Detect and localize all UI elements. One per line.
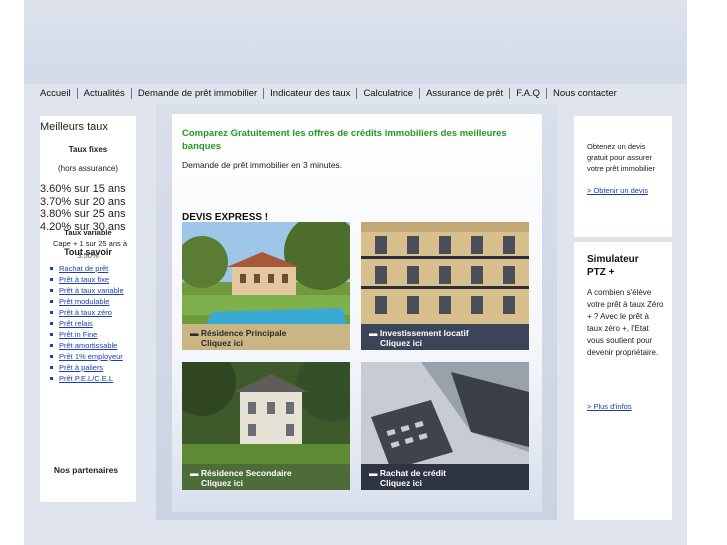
card-residence-principale[interactable]: ▬ Résidence Principale Cliquez ici bbox=[182, 222, 350, 350]
partners-title: Nos partenaires bbox=[53, 465, 119, 475]
right-decor bbox=[673, 160, 687, 194]
rate-item: 3.80% sur 25 ans bbox=[40, 208, 126, 220]
link-pret-paliers[interactable]: Prêt à paliers bbox=[59, 363, 103, 372]
card-cta[interactable]: Cliquez ici bbox=[190, 338, 350, 348]
fixed-rates-title: Taux fixes bbox=[68, 145, 108, 154]
card-cta[interactable]: Cliquez ici bbox=[369, 338, 529, 348]
link-pret-employeur[interactable]: Prêt 1% employeur bbox=[59, 352, 123, 361]
link-taux-fixe[interactable]: Prêt à taux fixe bbox=[59, 275, 109, 284]
card-caption: ▬ Résidence Principale Cliquez ici bbox=[182, 324, 350, 350]
card-rachat-credit[interactable]: ▬ Rachat de crédit Cliquez ici bbox=[361, 362, 529, 490]
ptz-text: A combien s'élève votre prêt à taux Zéro… bbox=[587, 288, 664, 357]
rate-item: 3.70% sur 20 ans bbox=[40, 195, 126, 208]
left-decor bbox=[24, 160, 38, 194]
right-devis-box bbox=[574, 116, 672, 237]
best-rates-title: Meilleurs taux bbox=[40, 121, 108, 133]
card-caption: ▬ Rachat de crédit Cliquez ici bbox=[361, 464, 529, 490]
devis-link[interactable]: > Obtenir un devis bbox=[587, 185, 648, 196]
link-pret-modulable[interactable]: Prêt modulable bbox=[59, 297, 109, 306]
card-residence-secondaire[interactable]: ▬ Résidence Secondaire Cliquez ici bbox=[182, 362, 350, 490]
ptz-title: Simulateur PTZ + bbox=[587, 254, 639, 278]
link-pret-in-fine[interactable]: Prêt in Fine bbox=[59, 330, 97, 339]
know-links: Rachat de prêt Prêt à taux fixe Prêt à t… bbox=[50, 263, 124, 384]
link-pret-pel-cel[interactable]: Prêt P.E.L/C.E.L bbox=[59, 374, 113, 383]
link-pret-relais[interactable]: Prêt relais bbox=[59, 319, 93, 328]
card-cta[interactable]: Cliquez ici bbox=[190, 478, 350, 488]
main-nav: Accueil Actualités Demande de prêt immob… bbox=[38, 84, 623, 102]
card-label: Résidence Principale bbox=[200, 328, 287, 338]
card-caption: ▬ Investissement locatif Cliquez ici bbox=[361, 324, 529, 350]
rate-item: 3.60% sur 15 ans bbox=[40, 183, 126, 195]
nav-calculatrice[interactable]: Calculatrice bbox=[357, 87, 421, 99]
nav-assurance-pret[interactable]: Assurance de prêt bbox=[420, 87, 511, 99]
nav-faq[interactable]: F.A.Q bbox=[510, 87, 547, 99]
arrow-icon: ▬ bbox=[369, 328, 380, 338]
nav-contact[interactable]: Nous contacter bbox=[547, 88, 623, 99]
link-taux-zero[interactable]: Prêt à taux zéro bbox=[59, 308, 112, 317]
nav-actualites[interactable]: Actualités bbox=[78, 87, 132, 99]
link-pret-amortissable[interactable]: Prêt amortissable bbox=[59, 341, 117, 350]
card-label: Investissement locatif bbox=[379, 328, 469, 338]
nav-accueil[interactable]: Accueil bbox=[38, 87, 78, 99]
header-banner bbox=[24, 0, 687, 84]
card-caption: ▬ Résidence Secondaire Cliquez ici bbox=[182, 464, 350, 490]
arrow-icon: ▬ bbox=[190, 468, 201, 478]
card-investissement-locatif[interactable]: ▬ Investissement locatif Cliquez ici bbox=[361, 222, 529, 350]
fixed-rates-note: (hors assurance) bbox=[57, 164, 119, 173]
link-rachat-pret[interactable]: Rachat de prêt bbox=[59, 264, 108, 273]
devis-text: Obtenez un devis gratuit pour assurer vo… bbox=[587, 142, 655, 173]
know-title: Tout savoir bbox=[64, 247, 112, 257]
nav-demande-pret[interactable]: Demande de prêt immobilier bbox=[132, 87, 265, 99]
intro-subtitle: Demande de prêt immobilier en 3 minutes. bbox=[182, 160, 343, 170]
link-taux-variable[interactable]: Prêt à taux variable bbox=[59, 286, 124, 295]
arrow-icon: ▬ bbox=[369, 468, 380, 478]
card-cta[interactable]: Cliquez ici bbox=[369, 478, 529, 488]
arrow-icon: ▬ bbox=[190, 328, 201, 338]
nav-indicateur-taux[interactable]: Indicateur des taux bbox=[264, 87, 358, 99]
right-ptz-box bbox=[574, 242, 672, 520]
rates-list: 3.60% sur 15 ans 3.70% sur 20 ans 3.80% … bbox=[40, 183, 136, 233]
intro-heading: Comparez Gratuitement les offres de créd… bbox=[182, 128, 507, 152]
ptz-link[interactable]: > Plus d'infos bbox=[587, 401, 632, 412]
card-label: Résidence Secondaire bbox=[200, 468, 292, 478]
card-label: Rachat de crédit bbox=[379, 468, 447, 478]
variable-rate-title: Taux variable bbox=[64, 228, 112, 237]
